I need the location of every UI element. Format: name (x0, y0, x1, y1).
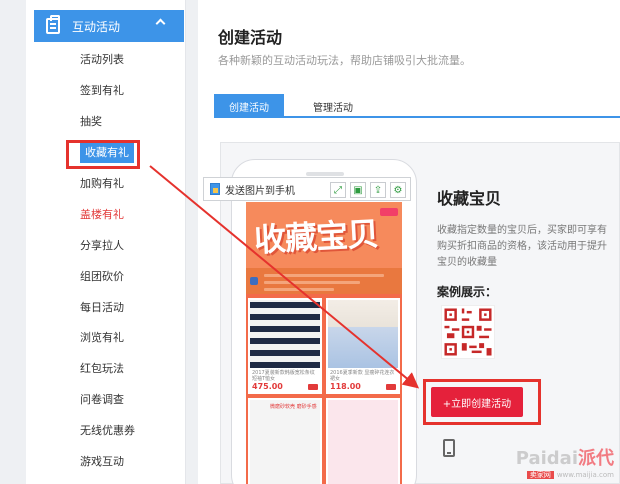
sidebar-item-share-invite[interactable]: 分享拉人 (26, 229, 186, 260)
product-card[interactable]: 2017夏装新款韩版宽松条纹短袖T恤女 475.00 (248, 298, 322, 394)
sidebar-item-label: 问卷调查 (80, 393, 124, 407)
tab-bar: 创建活动 管理活动 (214, 94, 620, 118)
product-card[interactable]: 2016夏季新款 显瘦碎花连衣裙女 118.00 (326, 298, 400, 394)
sidebar-item-label: 分享拉人 (80, 238, 124, 252)
send-to-phone-button[interactable]: 发送图片到手机 (204, 182, 295, 197)
sidebar-item-label: 每日活动 (80, 300, 124, 314)
product-card[interactable] (326, 398, 400, 484)
sidebar-item-red-packet[interactable]: 红包玩法 (26, 353, 186, 384)
product-image (250, 400, 320, 484)
sidebar-item-label: 加购有礼 (80, 177, 124, 190)
notice-icon (250, 277, 258, 285)
sidebar-highlight-box (66, 140, 140, 169)
share-icon[interactable]: ⇪ (370, 182, 386, 198)
banner-tag (380, 208, 398, 216)
sidebar-item-label: 抽奖 (80, 115, 102, 129)
tab-manage-activity[interactable]: 管理活动 (298, 94, 368, 118)
sidebar-item-group-bargain[interactable]: 组团砍价 (26, 260, 186, 291)
gear-icon[interactable]: ⚙ (390, 182, 406, 198)
watermark: Paidai派代 卖家网 www.maijia.com (516, 444, 614, 480)
send-to-phone-label: 发送图片到手机 (225, 185, 295, 197)
sidebar-item-add-cart-gift[interactable]: 加购有礼 (26, 168, 186, 199)
product-image (328, 300, 398, 368)
preview-toolbar: 发送图片到手机 ⤢ ▣ ⇪ ⚙ (203, 177, 411, 201)
product-desc: 微磨砂软壳 磨砂手感 (270, 404, 317, 410)
banner-title: 收藏宝贝 (253, 214, 380, 260)
main-content: 创建活动 各种新颖的互动活动玩法，帮助店铺吸引大批流量。 创建活动 管理活动 收… (198, 0, 620, 484)
clipboard-icon (46, 15, 60, 34)
sidebar-item-sign-in[interactable]: 签到有礼 (26, 75, 186, 106)
phone-preview: 收藏宝贝 2017夏装新款韩版宽松条纹短袖T恤女 475.00 2016夏季新款… (231, 159, 417, 484)
qr-code (441, 305, 495, 359)
create-activity-button[interactable]: +立即创建活动 (431, 387, 523, 417)
sidebar-item-wireless-coupon[interactable]: 无线优惠券 (26, 415, 186, 446)
sidebar: 互动活动 活动列表 签到有礼 抽奖 收藏有礼 加购有礼 盖楼有礼 分享拉人 组团… (26, 0, 186, 484)
mobile-phone-icon (443, 439, 455, 457)
sidebar-item-browse-gift[interactable]: 浏览有礼 (26, 322, 186, 353)
sidebar-item-daily-activity[interactable]: 每日活动 (26, 291, 186, 322)
product-desc: 2017夏装新款韩版宽松条纹短袖T恤女 (252, 370, 315, 382)
sidebar-item-label: 红包玩法 (80, 362, 124, 376)
send-image-icon (210, 183, 220, 195)
phone-speaker (306, 172, 344, 176)
sidebar-item-survey[interactable]: 问卷调查 (26, 384, 186, 415)
activity-title: 收藏宝贝 (437, 189, 502, 208)
sidebar-menu: 活动列表 签到有礼 抽奖 收藏有礼 加购有礼 盖楼有礼 分享拉人 组团砍价 每日… (26, 44, 186, 476)
page-title: 创建活动 (218, 28, 283, 47)
product-card[interactable]: 微磨砂软壳 磨砂手感 (248, 398, 322, 484)
sidebar-item-game-interaction[interactable]: 游戏互动 (26, 446, 186, 477)
chevron-up-icon[interactable] (155, 18, 166, 29)
fullscreen-icon[interactable]: ⤢ (330, 182, 346, 198)
notice-strip (246, 268, 402, 294)
watermark-tag: 卖家网 (526, 471, 554, 479)
notice-line (264, 274, 384, 277)
sidebar-item-label: 签到有礼 (80, 84, 124, 98)
buy-button[interactable] (386, 384, 396, 390)
product-price: 475.00 (252, 382, 283, 391)
product-image (328, 400, 398, 484)
sidebar-item-label: 组团砍价 (80, 269, 124, 283)
phone-screen: 收藏宝贝 2017夏装新款韩版宽松条纹短袖T恤女 475.00 2016夏季新款… (246, 202, 402, 484)
notice-line (264, 288, 334, 291)
notice-line (264, 281, 360, 284)
promo-banner: 收藏宝贝 (246, 202, 402, 268)
sidebar-header-interactive[interactable]: 互动活动 (34, 10, 184, 42)
save-icon[interactable]: ▣ (350, 182, 366, 198)
sidebar-item-label: 游戏互动 (80, 455, 124, 469)
sidebar-item-label: 盖楼有礼 (80, 207, 124, 221)
case-label: 案例展示： (437, 285, 498, 299)
product-price: 118.00 (330, 382, 361, 391)
buy-button[interactable] (308, 384, 318, 390)
sidebar-item-activity-list[interactable]: 活动列表 (26, 44, 186, 75)
sidebar-item-label: 活动列表 (80, 53, 124, 67)
activity-card: 收藏宝贝 2017夏装新款韩版宽松条纹短袖T恤女 475.00 2016夏季新款… (203, 142, 620, 484)
sidebar-item-lottery[interactable]: 抽奖 (26, 106, 186, 137)
product-image (250, 300, 320, 368)
sidebar-item-label: 无线优惠券 (80, 424, 135, 438)
watermark-brand-cn: 派代 (578, 448, 614, 469)
sidebar-header-label: 互动活动 (72, 19, 121, 34)
tab-create-activity[interactable]: 创建活动 (214, 94, 284, 118)
sidebar-item-label: 浏览有礼 (80, 331, 124, 345)
sidebar-item-build-floor-gift[interactable]: 盖楼有礼 (26, 198, 186, 229)
activity-description: 收藏指定数量的宝贝后，买家即可享有购买折扣商品的资格，该活动用于提升宝贝的收藏量 (437, 225, 607, 268)
product-desc: 2016夏季新款 显瘦碎花连衣裙女 (330, 370, 395, 382)
watermark-brand-latin: Paidai (515, 448, 578, 469)
watermark-url: www.maijia.com (556, 471, 614, 479)
page-subtitle: 各种新颖的互动活动玩法，帮助店铺吸引大批流量。 (218, 54, 471, 67)
